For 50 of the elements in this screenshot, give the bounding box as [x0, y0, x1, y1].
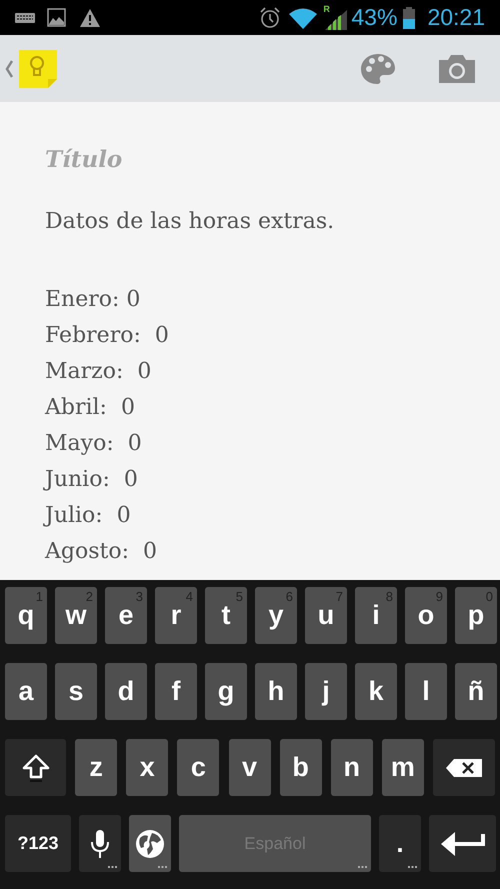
backspace-key[interactable] — [433, 739, 495, 796]
key[interactable]: a — [5, 663, 47, 720]
note-line: Febrero: 0 — [45, 322, 169, 350]
note-line: Julio: 0 — [45, 502, 131, 530]
key[interactable]: g — [205, 663, 247, 720]
key[interactable]: x — [126, 739, 168, 796]
note-line: Marzo: 0 — [45, 358, 152, 386]
key[interactable]: ñ — [455, 663, 497, 720]
warning-icon — [80, 8, 100, 26]
wifi-icon — [289, 6, 318, 28]
camera-icon[interactable] — [438, 54, 476, 84]
battery-icon — [403, 6, 416, 28]
roaming-indicator: R — [323, 2, 330, 16]
key[interactable]: m — [382, 739, 424, 796]
back-chevron-icon[interactable] — [4, 58, 14, 78]
backspace-icon — [445, 758, 483, 778]
microphone-key[interactable] — [79, 815, 121, 872]
key[interactable]: n — [330, 739, 373, 796]
image-icon — [47, 8, 66, 27]
palette-icon[interactable] — [360, 52, 396, 84]
microphone-icon — [89, 828, 111, 858]
battery-percent: 43% — [351, 3, 398, 32]
key[interactable]: l — [405, 663, 447, 720]
note-line: Mayo: 0 — [45, 430, 142, 458]
globe-icon — [135, 828, 165, 858]
note-line: Abril: 0 — [45, 394, 135, 422]
shift-key[interactable] — [5, 739, 66, 796]
key[interactable]: s — [55, 663, 97, 720]
symbols-key[interactable]: ?123 — [5, 815, 71, 872]
enter-arrow-icon — [438, 830, 486, 858]
alarm-clock-icon — [259, 6, 282, 28]
clock-time: 20:21 — [427, 3, 485, 32]
note-line: Datos de las horas extras. — [45, 208, 334, 236]
note-line: Agosto: 0 — [45, 538, 157, 566]
enter-key[interactable] — [429, 815, 496, 872]
key[interactable]: f — [155, 663, 197, 720]
shift-arrow-icon — [20, 752, 50, 782]
key[interactable]: b — [280, 739, 322, 796]
key[interactable]: d — [105, 663, 147, 720]
key[interactable]: v — [228, 739, 270, 796]
note-line: Enero: 0 — [45, 286, 140, 314]
key[interactable]: h — [255, 663, 297, 720]
note-line: Junio: 0 — [45, 466, 138, 494]
key[interactable]: k — [355, 663, 397, 720]
language-key[interactable] — [129, 815, 171, 872]
key[interactable]: c — [177, 739, 220, 796]
key[interactable]: z — [75, 739, 118, 796]
key[interactable]: j — [305, 663, 347, 720]
period-key[interactable]: . — [379, 815, 421, 872]
keyboard-icon — [15, 12, 35, 22]
